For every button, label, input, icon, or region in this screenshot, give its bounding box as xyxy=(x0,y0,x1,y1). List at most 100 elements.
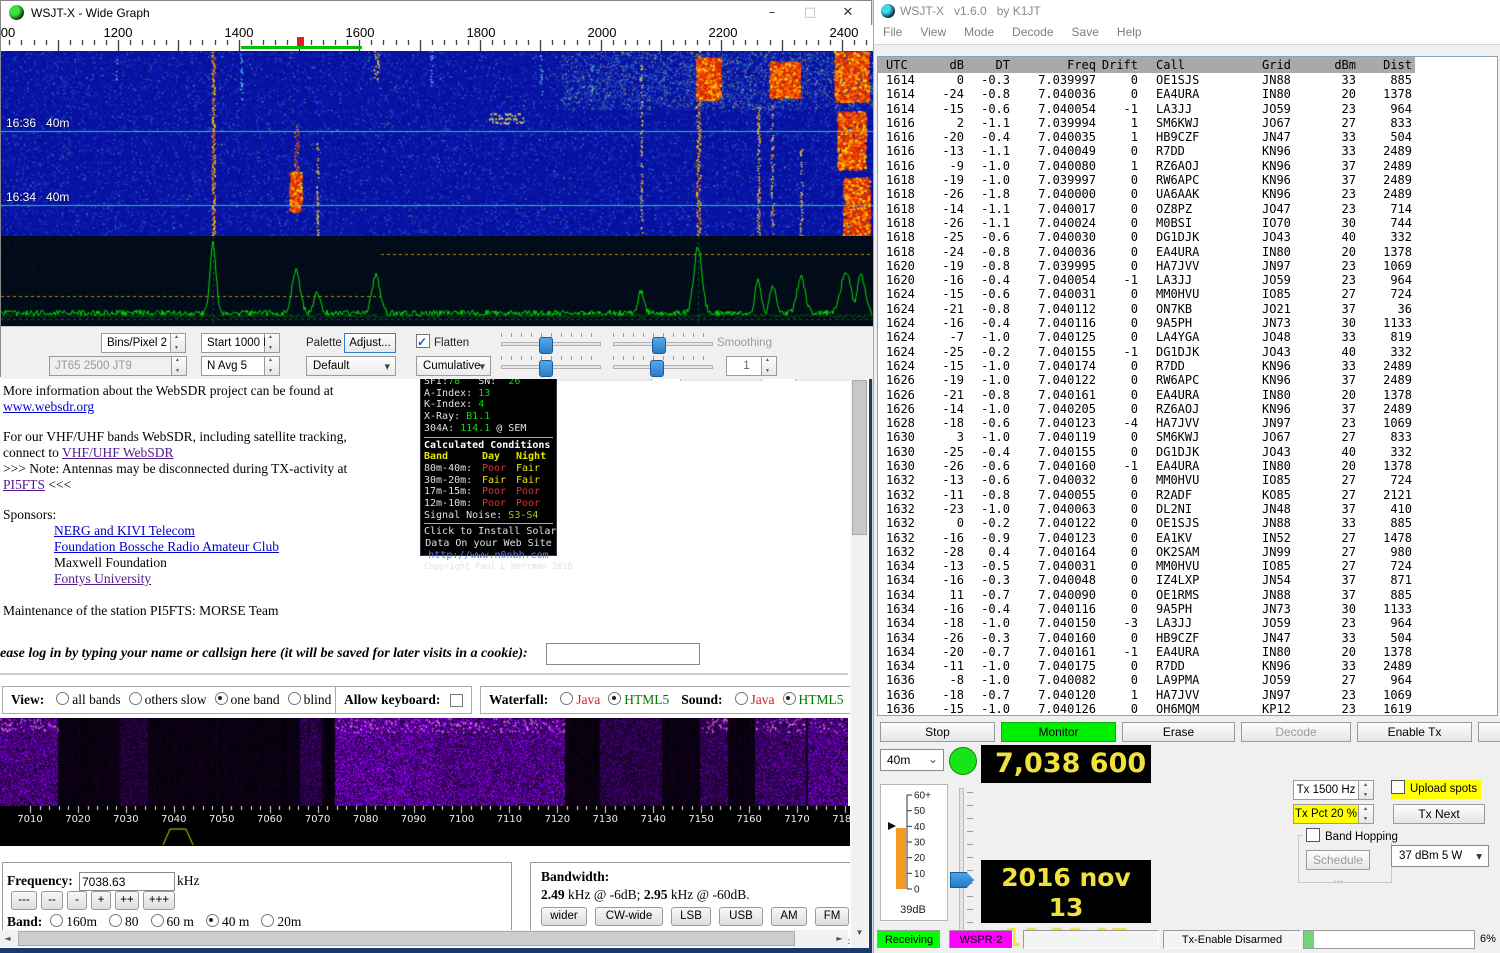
band-radio-20m[interactable]: 20m xyxy=(253,914,301,929)
decode-row[interactable]: 1636-8-1.07.0400820LA9PMAJO5927964 xyxy=(878,673,1497,687)
slider-handle[interactable] xyxy=(650,360,664,377)
radio-icon[interactable] xyxy=(215,692,228,705)
decode-row[interactable]: 1634-16-0.37.0400480IZ4LXPJN5437871 xyxy=(878,573,1497,587)
start-hz-spin-arrows[interactable] xyxy=(265,333,280,353)
slider-gain-top[interactable] xyxy=(501,333,601,353)
decode-row[interactable]: 1620-19-0.87.0399950HA7JVVJN97231069 xyxy=(878,259,1497,273)
decode-row[interactable]: 1626-19-1.07.0401220RW6APCKN96372489 xyxy=(878,373,1497,387)
tx-freq-spinbox[interactable]: Tx 1500 Hz xyxy=(1293,780,1359,800)
band-radio-160m[interactable]: 160m xyxy=(42,914,97,929)
mode-button-usb[interactable]: USB xyxy=(719,907,763,926)
monitor-button[interactable]: Monitor xyxy=(1001,722,1116,742)
wide-graph-frequency-scale[interactable]: 001200140016001800200022002400 xyxy=(1,25,873,51)
decode-row[interactable]: 1616-9-1.07.0400801RZ6AOJKN96372489 xyxy=(878,159,1497,173)
band-hopping-option[interactable]: Band Hopping xyxy=(1303,828,1401,843)
radio-icon[interactable] xyxy=(50,914,63,927)
radio-icon[interactable] xyxy=(109,914,122,927)
radio-icon[interactable] xyxy=(261,914,274,927)
wide-graph-titlebar[interactable]: WSJT-X - Wide Graph – □ ✕ xyxy=(1,1,871,26)
decode-row[interactable]: 16303-1.07.0401190SM6KWJJO6727833 xyxy=(878,430,1497,444)
radio-icon[interactable] xyxy=(608,692,621,705)
flatten-checkbox[interactable] xyxy=(416,334,430,348)
decode-row[interactable]: 1624-15-0.67.0400310MM0HVUIO8527724 xyxy=(878,287,1497,301)
decode-row[interactable]: 1624-25-0.27.040155-1DG1DJKJO4340332 xyxy=(878,345,1497,359)
decode-row[interactable]: 16162-1.17.0399941SM6KWJJO6727833 xyxy=(878,116,1497,130)
decode-row[interactable]: 1618-26-1.87.0400000UA6AAKKN96232489 xyxy=(878,187,1497,201)
radio-others-slow[interactable]: others slow xyxy=(121,692,207,708)
slider-zero-bottom[interactable] xyxy=(613,356,713,376)
radio-java-sound[interactable]: Java xyxy=(727,692,775,708)
decode-row[interactable]: 1636-15-1.07.0401260OH6MQMKP12231619 xyxy=(878,702,1497,716)
frequency-input[interactable] xyxy=(79,872,175,891)
horizontal-scroll-thumb[interactable] xyxy=(18,931,795,946)
tx-freq-spin-arrows[interactable] xyxy=(1359,780,1374,800)
decode-row[interactable]: 1634-18-1.07.040150-3LA3JJJO5923964 xyxy=(878,616,1497,630)
tune-step-button-3[interactable]: - xyxy=(67,891,87,910)
wide-graph-spectrum[interactable] xyxy=(1,236,873,326)
decode-row[interactable]: 1632-23-1.07.0400630DL2NIJN4837410 xyxy=(878,502,1497,516)
mode-button-am[interactable]: AM xyxy=(771,907,807,926)
decode-row[interactable]: 1624-21-0.87.0401120ON7KBJO213736 xyxy=(878,302,1497,316)
scroll-down-arrow-icon[interactable]: ▼ xyxy=(851,925,868,941)
radio-icon[interactable] xyxy=(783,692,796,705)
upload-spots-option[interactable]: Upload spots xyxy=(1391,780,1481,799)
radio-icon[interactable] xyxy=(56,692,69,705)
enable-tx-button[interactable]: Enable Tx xyxy=(1357,722,1472,742)
decode-row[interactable]: 16140-0.37.0399970OE1SJSJN8833885 xyxy=(878,73,1497,87)
decode-row[interactable]: 1618-26-1.17.0400240M0BSIIO7030744 xyxy=(878,216,1497,230)
slider-zero-top[interactable] xyxy=(613,333,713,353)
sponsor-nerg-and-kivi-telecom[interactable]: NERG and KIVI Telecom xyxy=(54,523,195,538)
tx-pct-spin-arrows[interactable] xyxy=(1359,804,1374,824)
sponsor-fontys-university[interactable]: Fontys University xyxy=(54,571,151,586)
websdr-waterfall[interactable] xyxy=(0,718,848,806)
band-radio-80[interactable]: 80 xyxy=(101,914,139,929)
decode-row[interactable]: 1614-15-0.67.040054-1LA3JJJO5923964 xyxy=(878,102,1497,116)
palette-combo[interactable]: Default xyxy=(306,356,396,376)
bins-pixel-spinbox[interactable]: Bins/Pixel 2 xyxy=(101,333,171,353)
decode-row[interactable]: 1628-18-0.67.040123-4HA7JVVJN97231069 xyxy=(878,416,1497,430)
tune-step-button-6[interactable]: +++ xyxy=(143,891,175,910)
tx-next-button[interactable]: Tx Next xyxy=(1393,804,1485,824)
minimize-button[interactable]: – xyxy=(755,1,789,24)
decode-row[interactable]: 163411-0.77.0400900OE1RMSJN8837885 xyxy=(878,588,1497,602)
callsign-input[interactable] xyxy=(546,643,700,665)
radio-java[interactable]: Java xyxy=(552,692,600,708)
decode-row[interactable]: 1634-16-0.47.04011609A5PHJN73301133 xyxy=(878,602,1497,616)
menu-save[interactable]: Save xyxy=(1063,22,1108,42)
mode-button-fm[interactable]: FM xyxy=(815,907,849,926)
scroll-left-arrow-icon[interactable]: ◄ xyxy=(0,930,15,947)
pi5fts-link[interactable]: PI5FTS xyxy=(3,477,45,492)
n-avg-spinbox[interactable]: N Avg 5 xyxy=(201,356,265,376)
decode-row[interactable]: 1626-14-1.07.0402050RZ6AOJKN96372489 xyxy=(878,402,1497,416)
decode-row[interactable]: 1624-15-1.07.0401740R7DDKN96332489 xyxy=(878,359,1497,373)
horizontal-scrollbar[interactable]: ◄ ► xyxy=(0,930,848,947)
vertical-scrollbar[interactable]: ▼ xyxy=(851,377,868,948)
decode-row[interactable]: 1624-16-0.47.04011609A5PHJN73301133 xyxy=(878,316,1497,330)
schedule-button[interactable]: Schedule ... xyxy=(1306,850,1370,870)
allow-keyboard-checkbox[interactable] xyxy=(450,694,463,707)
mode-button-wider[interactable]: wider xyxy=(541,907,587,926)
band-select-combo[interactable]: 40m xyxy=(880,749,944,771)
radio-blind[interactable]: blind xyxy=(280,692,332,708)
decode-row[interactable]: 1614-24-0.87.0400360EA4URAIN80201378 xyxy=(878,87,1497,101)
bins-pixel-spin-arrows[interactable] xyxy=(171,333,186,353)
menu-help[interactable]: Help xyxy=(1108,22,1151,42)
slider-handle[interactable] xyxy=(539,360,553,377)
upload-spots-checkbox[interactable] xyxy=(1391,780,1405,794)
spectrum-mode-combo[interactable]: Cumulative xyxy=(416,356,491,376)
tune-step-button-2[interactable]: -- xyxy=(41,891,63,910)
menu-decode[interactable]: Decode xyxy=(1003,22,1062,42)
stop-button[interactable]: Stop xyxy=(880,722,995,742)
decode-row[interactable]: 1632-280.47.0401640OK2SAMJN9927980 xyxy=(878,545,1497,559)
band-radio-40-m[interactable]: 40 m xyxy=(198,914,249,929)
smoothing-spinbox[interactable]: 1 xyxy=(726,356,762,376)
slider-handle[interactable] xyxy=(539,337,553,354)
radio-one-band[interactable]: one band xyxy=(207,692,280,708)
decode-row[interactable]: 1618-14-1.17.0400170OZ8PZJO4723714 xyxy=(878,202,1497,216)
menu-file[interactable]: File xyxy=(874,22,911,42)
radio-icon[interactable] xyxy=(288,692,301,705)
decode-row[interactable]: 1620-16-0.47.040054-1LA3JJJO5923964 xyxy=(878,273,1497,287)
decode-row[interactable]: 1632-13-0.67.0400320MM0HVUIO8527724 xyxy=(878,473,1497,487)
mode-button-cw-wide[interactable]: CW-wide xyxy=(595,907,663,926)
decode-row[interactable]: 1634-26-0.37.0401600HB9CZFJN4733504 xyxy=(878,631,1497,645)
